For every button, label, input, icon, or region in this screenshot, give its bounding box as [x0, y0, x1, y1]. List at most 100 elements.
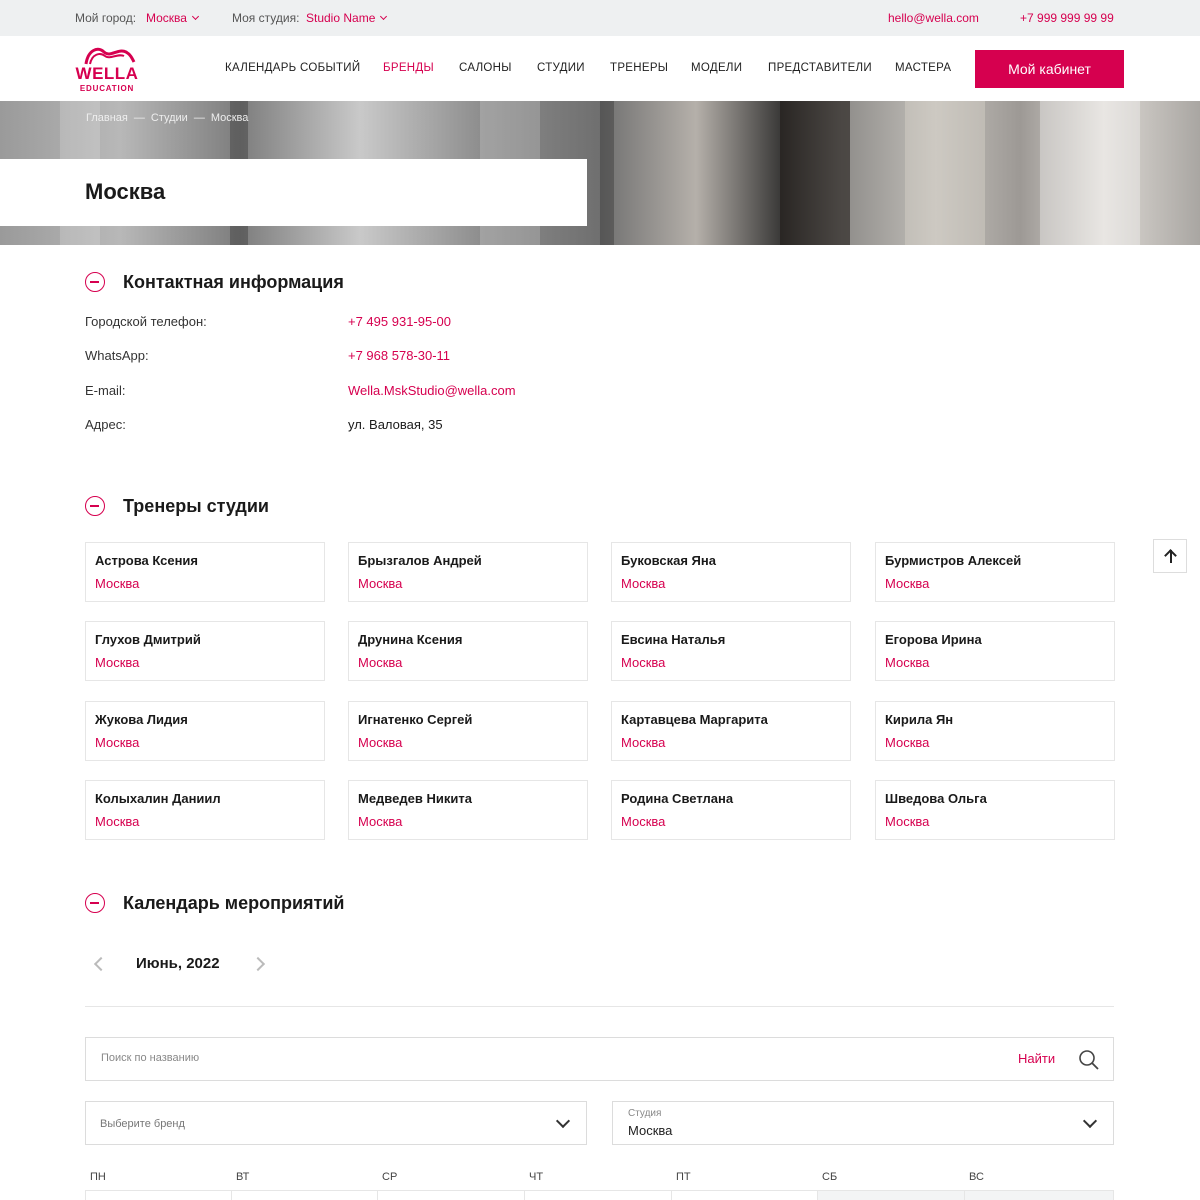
- city-selector[interactable]: Москва: [146, 11, 200, 25]
- trainer-card[interactable]: Медведев Никита Москва: [348, 780, 588, 840]
- trainer-card[interactable]: Евсина Наталья Москва: [611, 621, 851, 681]
- minus-circle-icon[interactable]: [85, 893, 105, 913]
- logo[interactable]: WELLA EDUCATION: [74, 44, 140, 94]
- trainer-card[interactable]: Картавцева Маргарита Москва: [611, 701, 851, 761]
- weekday-label: ВС: [969, 1171, 984, 1183]
- trainer-name: Буковская Яна: [621, 553, 716, 568]
- nav-brands[interactable]: БРЕНДЫ: [383, 62, 434, 74]
- city-phone-link[interactable]: +7 495 931-95-00: [348, 314, 451, 329]
- trainer-card[interactable]: Брызгалов Андрей Москва: [348, 542, 588, 602]
- search-input[interactable]: [101, 1052, 981, 1064]
- trainer-city: Москва: [358, 655, 403, 670]
- chevron-down-icon: [555, 1113, 571, 1129]
- trainer-card[interactable]: Родина Светлана Москва: [611, 780, 851, 840]
- studio-selector[interactable]: Studio Name: [306, 11, 388, 25]
- trainer-city: Москва: [95, 576, 140, 591]
- brand-select[interactable]: Выберите бренд: [85, 1101, 587, 1145]
- studio-label: Моя студия:: [232, 11, 300, 25]
- my-cabinet-button[interactable]: Мой кабинет: [975, 50, 1124, 88]
- divider: [85, 1006, 1114, 1007]
- trainer-city: Москва: [95, 814, 140, 829]
- trainer-name: Бурмистров Алексей: [885, 553, 1022, 568]
- trainer-city: Москва: [621, 655, 666, 670]
- trainer-name: Жукова Лидия: [95, 712, 188, 727]
- trainer-card[interactable]: Игнатенко Сергей Москва: [348, 701, 588, 761]
- trainer-city: Москва: [358, 576, 403, 591]
- trainer-card[interactable]: Колыхалин Даниил Москва: [85, 780, 325, 840]
- trainers-title: Тренеры студии: [123, 496, 269, 516]
- trainer-card[interactable]: Буковская Яна Москва: [611, 542, 851, 602]
- trainer-name: Евсина Наталья: [621, 632, 726, 647]
- title-box: Москва: [0, 159, 587, 226]
- find-button[interactable]: Найти: [1018, 1051, 1055, 1066]
- city-label: Мой город:: [75, 11, 137, 25]
- contact-label: E-mail:: [85, 383, 126, 398]
- email-link[interactable]: hello@wella.com: [888, 11, 979, 25]
- trainer-card[interactable]: Кирила Ян Москва: [875, 701, 1115, 761]
- trainer-card[interactable]: Друнина Ксения Москва: [348, 621, 588, 681]
- minus-circle-icon[interactable]: [85, 496, 105, 516]
- chevron-left-icon[interactable]: [92, 957, 106, 971]
- trainer-city: Москва: [885, 814, 930, 829]
- whatsapp-link[interactable]: +7 968 578-30-11: [348, 348, 450, 363]
- calendar-day-cell[interactable]: [524, 1190, 672, 1200]
- chevron-right-icon[interactable]: [253, 957, 267, 971]
- chevron-down-icon: [191, 12, 200, 21]
- trainer-name: Медведев Никита: [358, 791, 472, 806]
- studio-value: Studio Name: [306, 11, 376, 25]
- studio-select-label: Студия: [628, 1108, 662, 1119]
- hero-banner: Главная — Студии — Москва Москва: [0, 101, 1200, 245]
- nav-masters[interactable]: МАСТЕРА: [895, 62, 951, 74]
- contact-label: Адрес:: [85, 417, 126, 432]
- weekday-label: ЧТ: [529, 1171, 544, 1183]
- scroll-top-button[interactable]: [1153, 539, 1187, 573]
- phone-link[interactable]: +7 999 999 99 99: [1020, 11, 1114, 25]
- trainer-card[interactable]: Бурмистров Алексей Москва: [875, 542, 1115, 602]
- contacts-title: Контактная информация: [123, 272, 344, 292]
- minus-circle-icon[interactable]: [85, 272, 105, 292]
- nav-studios[interactable]: СТУДИИ: [537, 62, 585, 74]
- trainer-card[interactable]: Жукова Лидия Москва: [85, 701, 325, 761]
- studio-email-link[interactable]: Wella.MskStudio@wella.com: [348, 383, 516, 398]
- calendar-day-cell[interactable]: [964, 1190, 1114, 1200]
- trainer-city: Москва: [885, 655, 930, 670]
- logo-subtitle: EDUCATION: [79, 84, 135, 93]
- calendar-day-cell[interactable]: [671, 1190, 818, 1200]
- nav-models[interactable]: МОДЕЛИ: [691, 62, 742, 74]
- weekday-label: ВТ: [236, 1171, 250, 1183]
- trainer-city: Москва: [358, 735, 403, 750]
- hero-decor: [905, 101, 985, 245]
- hero-decor: [780, 101, 850, 245]
- calendar-day-cell[interactable]: [231, 1190, 378, 1200]
- calendar-day-cell[interactable]: [817, 1190, 965, 1200]
- nav-trainers[interactable]: ТРЕНЕРЫ: [610, 62, 668, 74]
- breadcrumb-home[interactable]: Главная: [86, 112, 128, 124]
- trainer-name: Егорова Ирина: [885, 632, 982, 647]
- calendar-day-cell[interactable]: [85, 1190, 232, 1200]
- hero-decor: [600, 101, 614, 245]
- trainer-city: Москва: [621, 814, 666, 829]
- nav-events-calendar[interactable]: КАЛЕНДАРЬ СОБЫТИЙ: [225, 62, 360, 74]
- search-box: Найти: [85, 1037, 1114, 1081]
- nav-representatives[interactable]: ПРЕДСТАВИТЕЛИ: [768, 62, 872, 74]
- trainer-city: Москва: [621, 735, 666, 750]
- nav-salons[interactable]: САЛОНЫ: [459, 62, 512, 74]
- calendar-title: Календарь мероприятий: [123, 893, 345, 913]
- chevron-down-icon: [380, 12, 388, 21]
- logo-title: WELLA: [75, 64, 139, 83]
- breadcrumb-separator: —: [193, 112, 205, 124]
- trainer-card[interactable]: Глухов Дмитрий Москва: [85, 621, 325, 681]
- trainer-name: Колыхалин Даниил: [95, 791, 221, 806]
- trainer-name: Кирила Ян: [885, 712, 954, 727]
- breadcrumb-studios[interactable]: Студии: [151, 112, 188, 124]
- trainer-card[interactable]: Астрова Ксения Москва: [85, 542, 325, 602]
- studio-select[interactable]: Студия Москва: [612, 1101, 1114, 1145]
- trainer-city: Москва: [95, 735, 140, 750]
- search-icon[interactable]: [1078, 1049, 1100, 1071]
- trainer-card[interactable]: Егорова Ирина Москва: [875, 621, 1115, 681]
- contact-label: WhatsApp:: [85, 348, 149, 363]
- calendar-day-cell[interactable]: [377, 1190, 525, 1200]
- weekday-label: ПН: [90, 1171, 106, 1183]
- trainer-city: Москва: [621, 576, 666, 591]
- trainer-card[interactable]: Шведова Ольга Москва: [875, 780, 1115, 840]
